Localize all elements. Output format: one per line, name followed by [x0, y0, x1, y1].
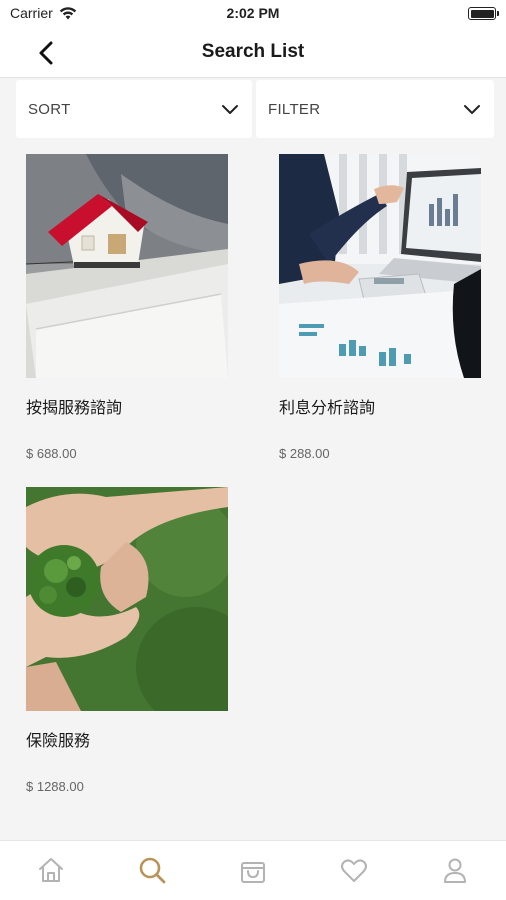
sort-dropdown[interactable]: SORT [16, 80, 252, 138]
nav-bar: Search List [0, 28, 506, 78]
product-card[interactable]: 按揭服務諮詢 $ 688.00 [26, 154, 228, 461]
chevron-down-icon [222, 105, 238, 114]
heart-icon [341, 858, 368, 882]
product-title: 保險服務 [26, 731, 91, 750]
sort-label: SORT [28, 100, 71, 118]
filter-dropdown[interactable]: FILTER [256, 80, 494, 138]
filter-label: FILTER [268, 100, 321, 118]
product-card[interactable]: 利息分析諮詢 $ 288.00 [279, 154, 481, 461]
tab-favorites[interactable] [304, 841, 405, 900]
product-card[interactable]: 保險服務 $ 1288.00 [26, 487, 228, 794]
shopping-bag-icon [241, 861, 265, 883]
search-icon [139, 857, 166, 883]
tab-bar [0, 840, 506, 900]
product-price: $ 1288.00 [26, 779, 84, 794]
chevron-down-icon [464, 105, 480, 114]
status-time: 2:02 PM [226, 5, 280, 21]
tab-profile[interactable] [405, 841, 506, 900]
product-price: $ 688.00 [26, 446, 77, 461]
user-icon [444, 858, 467, 883]
hands-globe-photo [26, 487, 228, 711]
product-price: $ 288.00 [279, 446, 330, 461]
tab-home[interactable] [0, 841, 101, 900]
product-title: 按揭服務諮詢 [26, 398, 123, 417]
sort-filter-bar: SORT FILTER [16, 80, 494, 138]
home-icon [38, 857, 63, 882]
business-analysis-photo [279, 154, 481, 378]
house-model-photo [26, 154, 228, 378]
status-bar: Carrier 2:02 PM [0, 0, 506, 28]
product-title: 利息分析諮詢 [279, 398, 376, 417]
tab-search[interactable] [101, 841, 202, 900]
tab-cart[interactable] [202, 841, 303, 900]
page-title: Search List [201, 41, 305, 62]
battery-icon [468, 7, 499, 20]
